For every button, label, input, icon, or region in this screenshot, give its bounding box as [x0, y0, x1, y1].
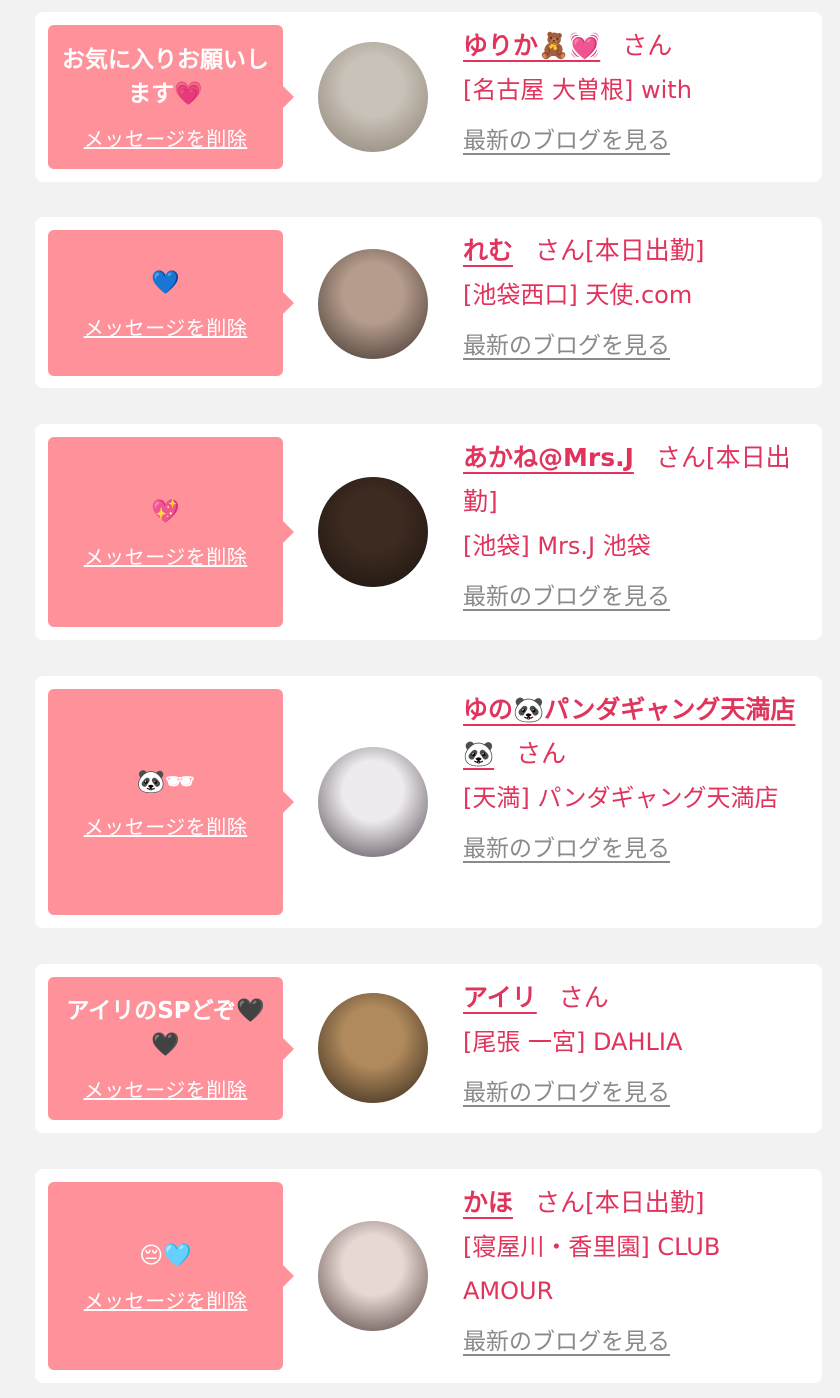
honorific: さん	[558, 983, 609, 1012]
memo-text: 🐼🕶	[136, 768, 195, 795]
latest-blog-link[interactable]: 最新のブログを見る	[463, 327, 670, 365]
cast-name-link[interactable]: アイリ	[463, 983, 537, 1012]
memo-bubble: 💙 メッセージを削除	[48, 230, 294, 376]
status-badge: [本日出勤]	[585, 1188, 705, 1217]
cast-name-link[interactable]: ゆの🐼パンダギャング天満店🐼	[463, 695, 795, 768]
shop-info: [池袋] Mrs.J 池袋	[463, 532, 651, 560]
favorite-card: お気に入りお願いします💗 メッセージを削除 ゆりか🧸💓 さん [名古屋 大曽根] …	[35, 12, 822, 182]
latest-blog-link[interactable]: 最新のブログを見る	[463, 1323, 670, 1361]
shop-info: [尾張 一宮] DAHLIA	[463, 1028, 683, 1056]
cast-name-link[interactable]: かほ	[463, 1188, 513, 1217]
memo-bubble: 💖 メッセージを削除	[48, 437, 294, 627]
status-badge: [本日出勤]	[585, 236, 705, 265]
latest-blog-link[interactable]: 最新のブログを見る	[463, 122, 670, 160]
cast-info: ゆりか🧸💓 さん [名古屋 大曽根] with 最新のブログを見る	[463, 24, 800, 160]
avatar[interactable]	[318, 993, 428, 1103]
favorite-card: 😔🩵 メッセージを削除 かほ さん[本日出勤] [寝屋川・香里園] CLUB AM…	[35, 1169, 822, 1383]
memo-bubble: お気に入りお願いします💗 メッセージを削除	[48, 25, 294, 169]
shop-info: [名古屋 大曽根] with	[463, 76, 692, 104]
honorific: さん	[535, 1188, 586, 1217]
cast-info: あかね@Mrs.J さん[本日出勤] [池袋] Mrs.J 池袋 最新のブログを見…	[463, 436, 800, 616]
favorites-list: お気に入りお願いします💗 メッセージを削除 ゆりか🧸💓 さん [名古屋 大曽根] …	[0, 0, 840, 1398]
favorite-card: 🐼🕶 メッセージを削除 ゆの🐼パンダギャング天満店🐼 さん [天満] パンダギャン…	[35, 676, 822, 928]
latest-blog-link[interactable]: 最新のブログを見る	[463, 578, 670, 616]
latest-blog-link[interactable]: 最新のブログを見る	[463, 830, 670, 868]
cast-info: れむ さん[本日出勤] [池袋西口] 天使.com 最新のブログを見る	[463, 229, 800, 365]
memo-text: 😔🩵	[139, 1242, 192, 1269]
cast-info: かほ さん[本日出勤] [寝屋川・香里園] CLUB AMOUR 最新のブログを見…	[463, 1181, 800, 1361]
avatar[interactable]	[318, 747, 428, 857]
favorite-card: 💙 メッセージを削除 れむ さん[本日出勤] [池袋西口] 天使.com 最新のブ…	[35, 217, 822, 388]
favorite-card: 💖 メッセージを削除 あかね@Mrs.J さん[本日出勤] [池袋] Mrs.J …	[35, 424, 822, 640]
memo-bubble: アイリのSPどぞ🖤🖤 メッセージを削除	[48, 977, 294, 1120]
honorific: さん	[655, 443, 706, 472]
delete-message-link[interactable]: メッセージを削除	[84, 541, 248, 570]
cast-info: アイリ さん [尾張 一宮] DAHLIA 最新のブログを見る	[463, 976, 800, 1112]
honorific: さん	[535, 236, 586, 265]
cast-info: ゆの🐼パンダギャング天満店🐼 さん [天満] パンダギャング天満店 最新のブログを…	[463, 688, 800, 868]
avatar[interactable]	[318, 1221, 428, 1331]
memo-text: アイリのSPどぞ🖤🖤	[66, 998, 265, 1058]
avatar[interactable]	[318, 249, 428, 359]
memo-text: お気に入りお願いします💗	[62, 46, 269, 107]
shop-info: [天満] パンダギャング天満店	[463, 784, 779, 812]
shop-info: [寝屋川・香里園] CLUB AMOUR	[463, 1233, 721, 1305]
memo-text: 💖	[151, 498, 180, 525]
delete-message-link[interactable]: メッセージを削除	[84, 811, 248, 840]
avatar[interactable]	[318, 477, 428, 587]
delete-message-link[interactable]: メッセージを削除	[84, 1285, 248, 1314]
cast-name-link[interactable]: れむ	[463, 236, 513, 265]
delete-message-link[interactable]: メッセージを削除	[84, 123, 248, 152]
memo-bubble: 😔🩵 メッセージを削除	[48, 1182, 294, 1370]
honorific: さん	[516, 739, 567, 768]
avatar[interactable]	[318, 42, 428, 152]
favorite-card: アイリのSPどぞ🖤🖤 メッセージを削除 アイリ さん [尾張 一宮] DAHLIA…	[35, 964, 822, 1133]
shop-info: [池袋西口] 天使.com	[463, 281, 693, 309]
delete-message-link[interactable]: メッセージを削除	[84, 1074, 248, 1103]
cast-name-link[interactable]: あかね@Mrs.J	[463, 443, 634, 472]
delete-message-link[interactable]: メッセージを削除	[84, 312, 248, 341]
honorific: さん	[622, 31, 673, 60]
latest-blog-link[interactable]: 最新のブログを見る	[463, 1074, 670, 1112]
cast-name-link[interactable]: ゆりか🧸💓	[463, 31, 600, 60]
memo-text: 💙	[151, 269, 180, 296]
memo-bubble: 🐼🕶 メッセージを削除	[48, 689, 294, 915]
